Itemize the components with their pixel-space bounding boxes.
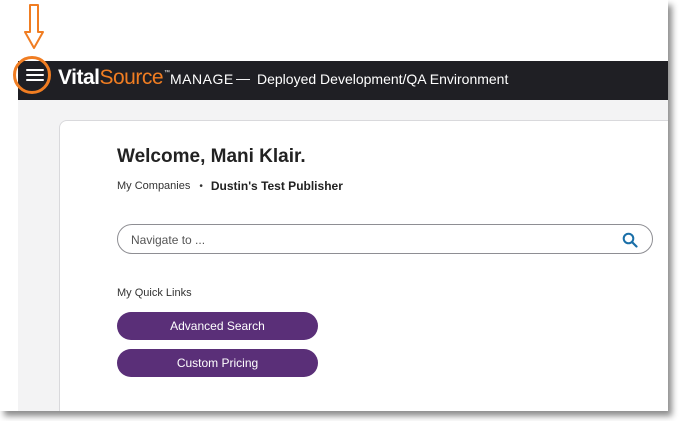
logo-vital-text: Vital — [58, 66, 100, 89]
section-title: MANAGE — [170, 71, 234, 87]
highlight-ring — [13, 56, 51, 94]
search-icon[interactable] — [622, 232, 638, 248]
breadcrumb-my-companies[interactable]: My Companies — [117, 180, 190, 192]
down-arrow-icon — [24, 4, 44, 49]
screenshot-frame: Vital Source ™ MANAGE — Deployed Developme… — [0, 0, 668, 411]
environment-label: Deployed Development/QA Environment — [257, 71, 509, 87]
vitalsource-logo[interactable]: Vital Source ™ — [58, 66, 170, 90]
advanced-search-button[interactable]: Advanced Search — [117, 312, 318, 340]
breadcrumb-separator: • — [199, 180, 203, 192]
navigate-input[interactable] — [129, 230, 613, 250]
quick-links-title: My Quick Links — [117, 287, 192, 299]
navigate-search-box — [117, 224, 653, 254]
breadcrumb: My Companies • Dustin's Test Publisher — [117, 179, 343, 193]
logo-source-text: Source — [99, 66, 164, 89]
breadcrumb-current-company: Dustin's Test Publisher — [210, 179, 343, 193]
welcome-heading: Welcome, Mani Klair. — [117, 146, 306, 167]
custom-pricing-button[interactable]: Custom Pricing — [117, 349, 318, 377]
title-separator: — — [236, 70, 250, 86]
